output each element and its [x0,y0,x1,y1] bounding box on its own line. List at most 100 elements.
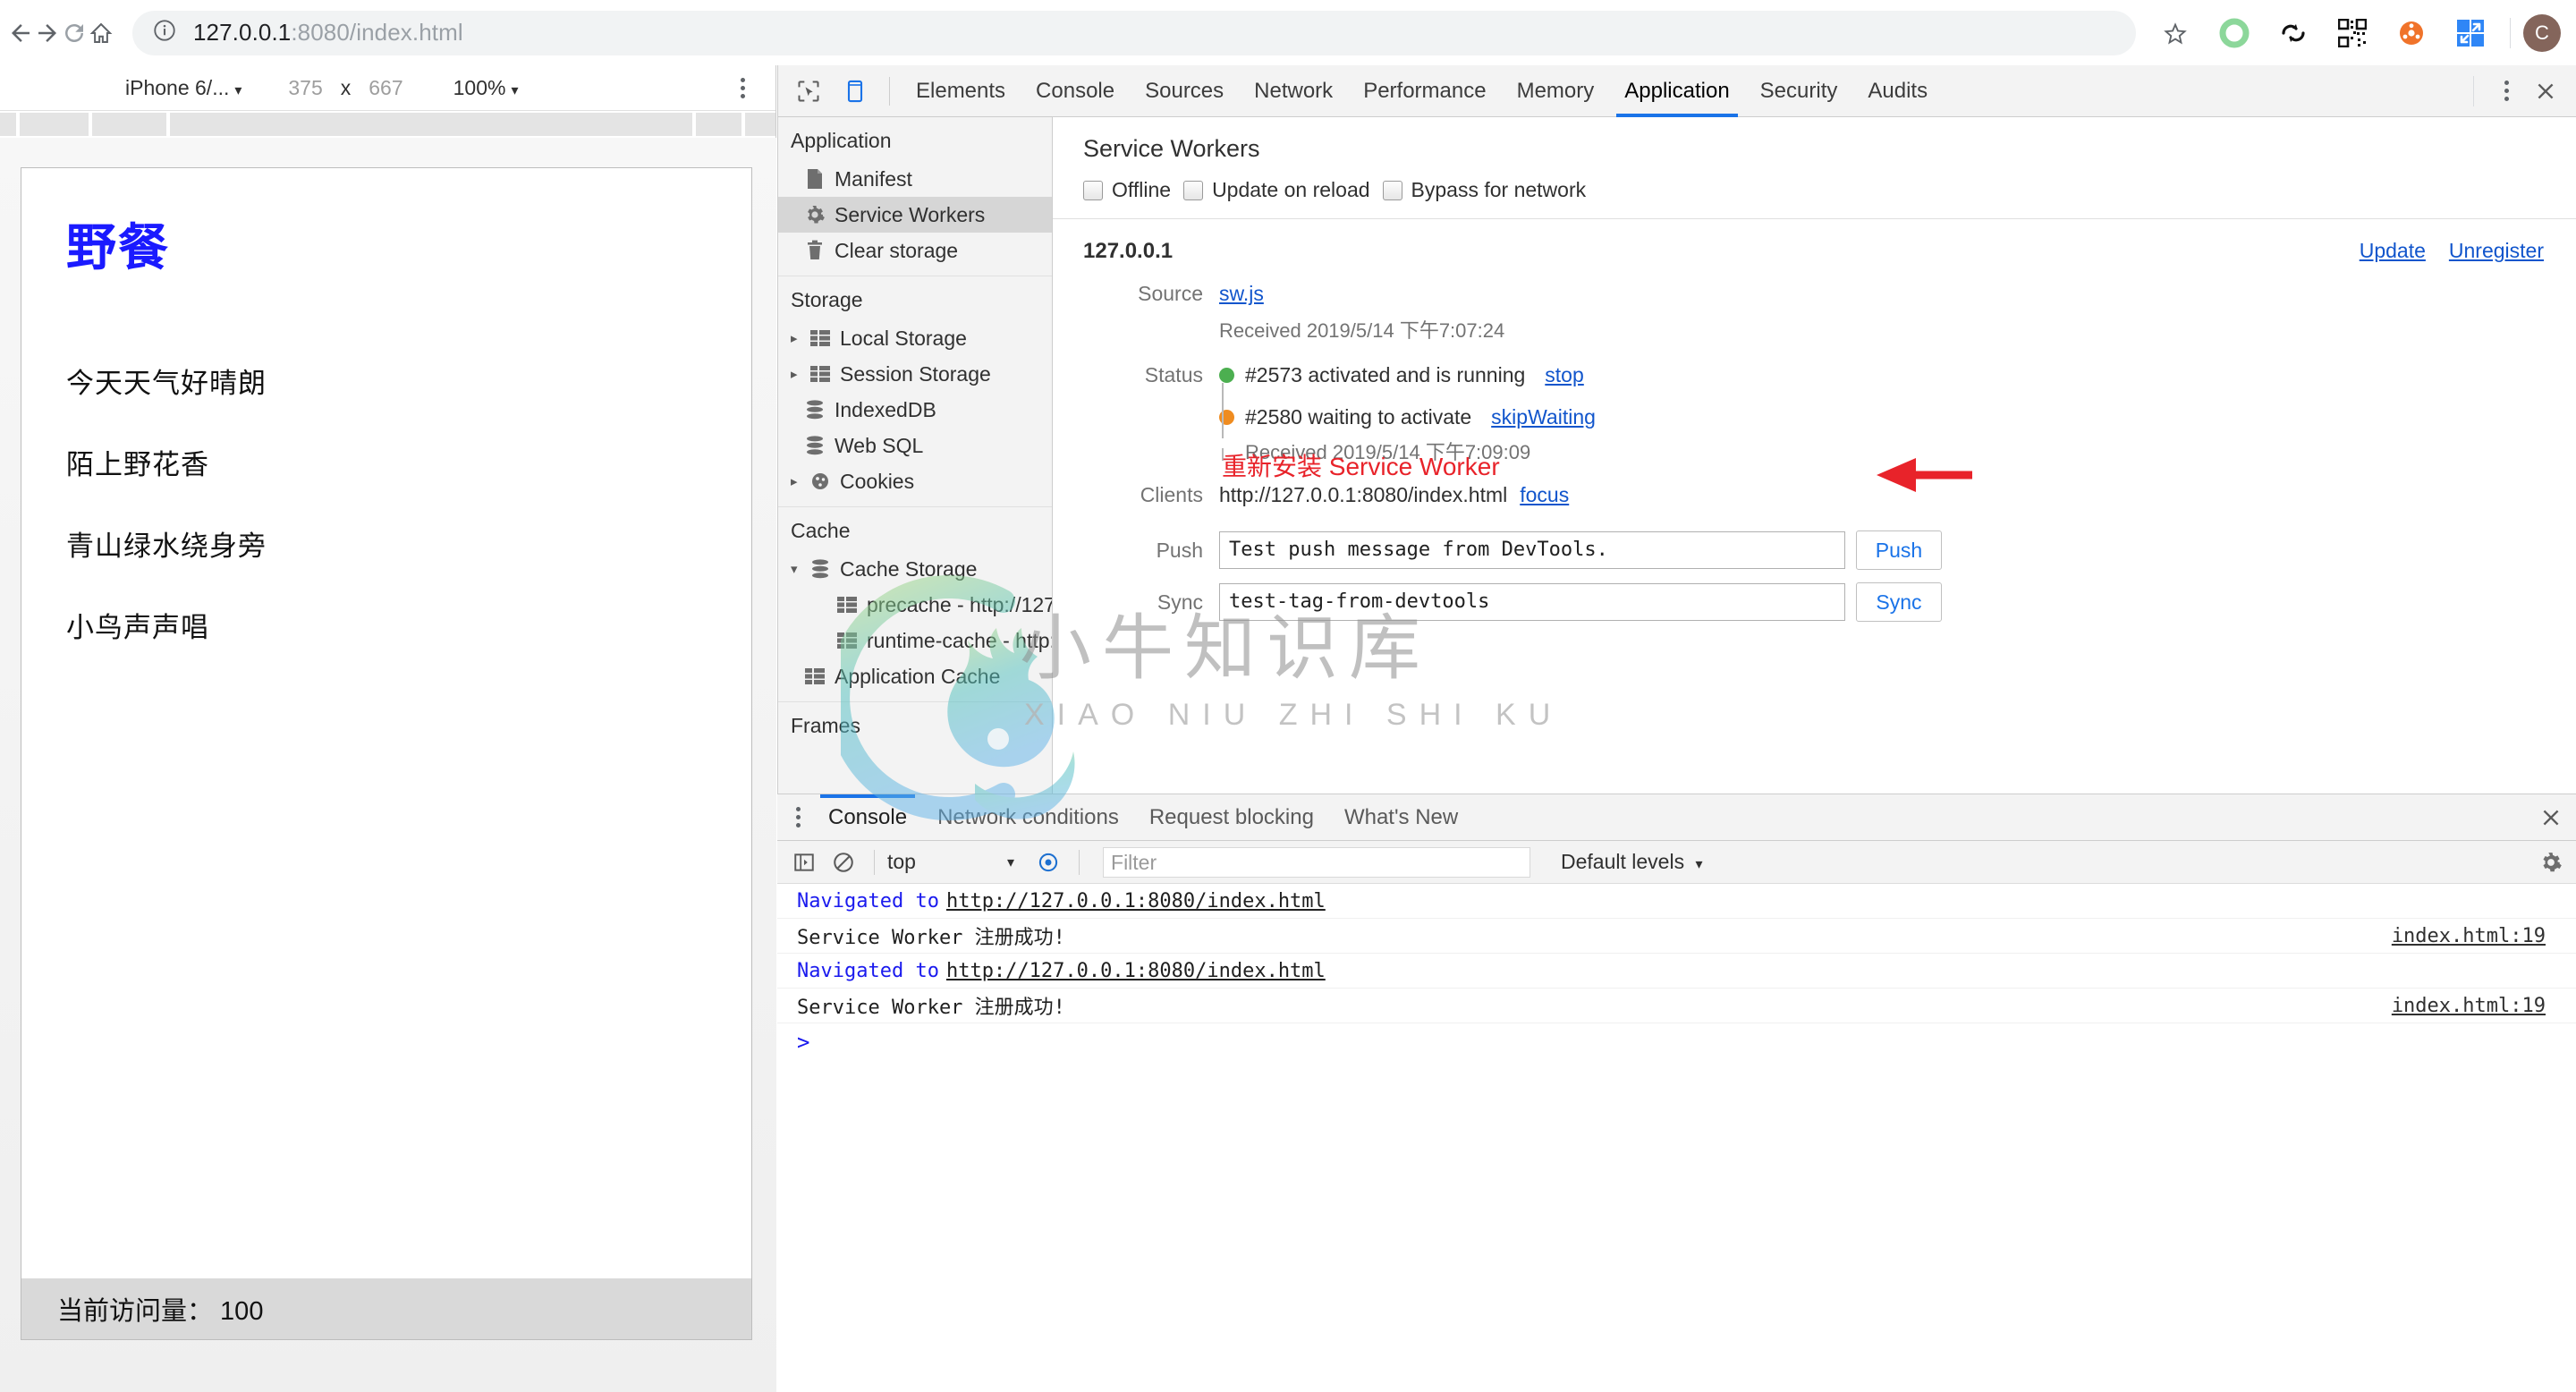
console-message-row[interactable]: Service Worker 注册成功! index.html:19 [777,989,2576,1023]
page-line-2: 陌上野花香 [66,449,209,480]
push-button[interactable]: Push [1856,530,1942,570]
console-message-row[interactable]: Service Worker 注册成功! index.html:19 [777,919,2576,954]
push-input[interactable]: Test push message from DevTools. [1219,531,1845,569]
green-circle-extension-icon[interactable] [2207,6,2261,60]
devtools-menu-kebab-icon[interactable] [2487,81,2526,101]
sidebar-item-precache[interactable]: precache - http://127.0.0.1:8080 [778,587,1052,623]
drawer-tab-console[interactable]: Console [813,794,922,841]
drawer-tab-whats-new[interactable]: What's New [1329,794,1473,841]
focus-link[interactable]: focus [1520,483,1569,507]
checkbox-box[interactable] [1382,180,1402,200]
tab-elements[interactable]: Elements [901,65,1021,117]
inspect-element-icon[interactable] [788,71,829,112]
chevron-right-icon[interactable]: ▸ [791,366,807,382]
sidebar-item-local-storage[interactable]: ▸ Local Storage [778,320,1052,356]
star-icon[interactable] [2148,6,2202,60]
profile-avatar[interactable]: C [2523,13,2561,52]
update-link[interactable]: Update [2360,239,2426,263]
console-message-source-link[interactable]: index.html:19 [2392,995,2546,1017]
sidebar-item-application-cache[interactable]: Application Cache [778,658,1052,694]
console-input-prompt[interactable]: > [777,1023,2576,1061]
drawer-menu-kebab-icon[interactable] [783,807,813,828]
close-drawer-icon[interactable] [2526,806,2576,829]
console-message-source-link[interactable]: index.html:19 [2392,925,2546,947]
address-bar[interactable]: 127.0.0.1:8080/index.html [132,10,2136,55]
orange-hub-extension-icon[interactable] [2385,6,2438,60]
status-label: Status [1144,363,1203,386]
info-circle-icon[interactable] [152,18,177,47]
clear-console-icon[interactable] [826,845,861,880]
offline-checkbox[interactable]: Offline [1083,178,1171,202]
blue-expand-extension-icon[interactable] [2444,6,2497,60]
source-file-link[interactable]: sw.js [1219,282,1264,306]
status-row-waiting: #2580 waiting to activate skipWaiting [1083,405,2546,429]
tab-performance[interactable]: Performance [1348,65,1501,117]
tab-network[interactable]: Network [1239,65,1348,117]
tab-application[interactable]: Application [1609,65,1744,117]
home-icon[interactable] [88,5,114,61]
skip-waiting-link[interactable]: skipWaiting [1491,405,1596,429]
chevron-down-icon[interactable]: ▾ [791,561,807,577]
tab-console[interactable]: Console [1021,65,1130,117]
sidebar-item-clear-storage[interactable]: Clear storage [778,233,1052,268]
stop-link[interactable]: stop [1545,363,1583,387]
emulated-page[interactable]: 野餐 今天天气好晴朗 陌上野花香 青山绿水绕身旁 小鸟声声唱 当前访问量： 10… [21,167,752,1340]
close-devtools-icon[interactable] [2526,80,2565,103]
device-select[interactable]: iPhone 6/... ▾ [116,76,250,100]
device-toolbar-kebab-icon[interactable] [741,77,745,98]
database-icon [801,400,828,420]
device-zoom-select[interactable]: 100% ▾ [445,76,528,100]
console-drawer: Console Network conditions Request block… [777,794,2576,1392]
database-icon [807,559,834,579]
sidebar-item-session-storage[interactable]: ▸ Session Storage [778,356,1052,392]
sync-loop-extension-icon[interactable] [2267,6,2320,60]
chevron-right-icon[interactable]: ▸ [791,330,807,346]
forward-arrow-icon[interactable] [34,5,61,61]
console-levels-select[interactable]: Default levels ▾ [1561,850,1703,874]
console-message-row[interactable]: Navigated to http://127.0.0.1:8080/index… [777,954,2576,989]
console-settings-gear-icon[interactable] [2526,851,2576,874]
console-filter-input[interactable]: Filter [1103,846,1531,878]
console-message-row[interactable]: Navigated to http://127.0.0.1:8080/index… [777,884,2576,919]
update-on-reload-checkbox[interactable]: Update on reload [1183,178,1370,202]
unregister-link[interactable]: Unregister [2449,239,2544,263]
sidebar-item-manifest[interactable]: Manifest [778,161,1052,197]
tab-security[interactable]: Security [1745,65,1853,117]
console-nav-url[interactable]: http://127.0.0.1:8080/index.html [946,960,1326,982]
console-sidebar-toggle-icon[interactable] [786,845,822,880]
sidebar-item-label: runtime-cache - http://127.0.0.1:8080 [867,628,1053,652]
drawer-tab-network-conditions[interactable]: Network conditions [922,794,1134,841]
sidebar-item-cache-storage[interactable]: ▾ Cache Storage [778,551,1052,587]
sidebar-item-label: Service Workers [835,202,986,226]
chevron-right-icon[interactable]: ▸ [791,473,807,489]
qr-code-extension-icon[interactable] [2326,6,2379,60]
sidebar-item-web-sql[interactable]: Web SQL [778,428,1052,463]
device-height-input[interactable]: 667 [360,76,411,100]
tab-memory[interactable]: Memory [1502,65,1610,117]
checkbox-box[interactable] [1083,180,1103,200]
console-context-select[interactable]: top ▾ [887,850,1014,874]
console-levels-label: Default levels [1561,850,1685,873]
bypass-for-network-checkbox[interactable]: Bypass for network [1382,178,1586,202]
device-width-input[interactable]: 375 [279,76,331,100]
checkbox-box[interactable] [1183,180,1204,200]
sidebar-item-service-workers[interactable]: Service Workers [778,197,1052,233]
live-expression-eye-icon[interactable] [1030,845,1066,880]
console-nav-url[interactable]: http://127.0.0.1:8080/index.html [946,890,1326,912]
reload-icon[interactable] [61,5,88,61]
gear-icon [801,204,828,225]
waiting-received-spacer [1083,437,1219,465]
back-arrow-icon[interactable] [7,5,34,61]
sidebar-item-label: Manifest [835,166,912,191]
sidebar-item-runtime-cache[interactable]: runtime-cache - http://127.0.0.1:8080 [778,623,1052,658]
tab-sources[interactable]: Sources [1130,65,1239,117]
tab-audits[interactable]: Audits [1852,65,1943,117]
sync-button[interactable]: Sync [1856,582,1942,622]
viewport-backdrop: 野餐 今天天气好晴朗 陌上野花香 青山绿水绕身旁 小鸟声声唱 当前访问量： 10… [0,138,776,1392]
sync-input[interactable]: test-tag-from-devtools [1219,583,1845,621]
drawer-tab-request-blocking[interactable]: Request blocking [1134,794,1329,841]
toggle-device-toolbar-icon[interactable] [835,71,876,112]
sidebar-item-cookies[interactable]: ▸ Cookies [778,463,1052,499]
sidebar-item-indexeddb[interactable]: IndexedDB [778,392,1052,428]
sidebar-item-label: Local Storage [840,326,967,350]
